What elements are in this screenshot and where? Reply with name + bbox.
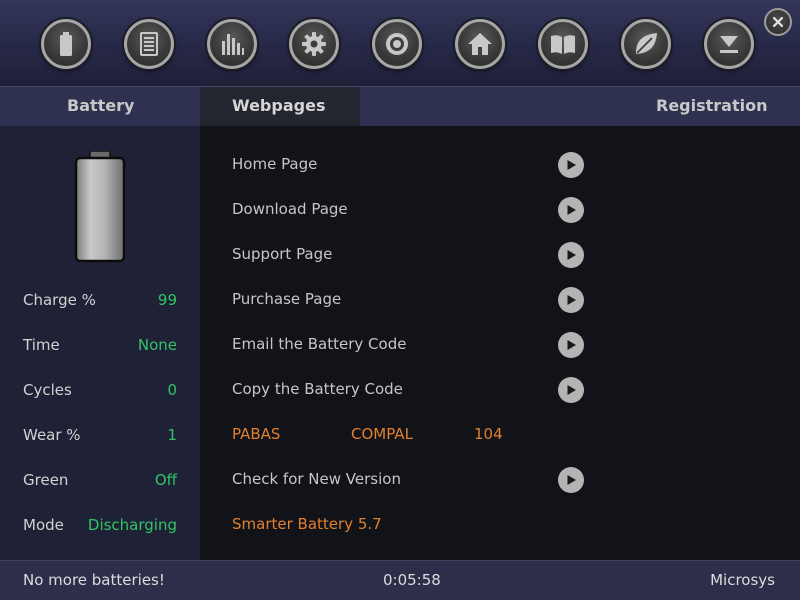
- status-brand: Microsys: [710, 571, 775, 589]
- link-check-new-version[interactable]: Check for New Version: [232, 465, 584, 495]
- link-copy-battery-code[interactable]: Copy the Battery Code: [232, 375, 584, 405]
- stat-charge-label: Charge %: [23, 291, 96, 309]
- link-email-battery-code[interactable]: Email the Battery Code: [232, 330, 584, 360]
- minimize-icon: [720, 36, 738, 53]
- status-bar: No more batteries! 0:05:58 Microsys: [0, 560, 800, 600]
- home-icon: [468, 33, 492, 55]
- go-copy-battery-code-button[interactable]: [558, 377, 584, 403]
- tab-bar: Battery Webpages Registration: [0, 86, 800, 126]
- battery-icon: [60, 32, 72, 56]
- link-email-battery-code-label[interactable]: Email the Battery Code: [232, 335, 406, 353]
- book-icon: [551, 35, 575, 54]
- go-email-battery-code-button[interactable]: [558, 332, 584, 358]
- leaf-button[interactable]: [621, 19, 671, 69]
- link-check-new-version-label[interactable]: Check for New Version: [232, 470, 401, 488]
- stat-mode-value: Discharging: [87, 516, 177, 534]
- book-button[interactable]: [538, 19, 588, 69]
- tab-registration[interactable]: Registration: [656, 87, 767, 126]
- stat-cycles: Cycles 0: [23, 381, 177, 403]
- link-download-page-label[interactable]: Download Page: [232, 200, 348, 218]
- go-check-new-version-button[interactable]: [558, 467, 584, 493]
- link-home-page[interactable]: Home Page: [232, 150, 584, 180]
- chart-button[interactable]: [207, 19, 257, 69]
- link-support-page[interactable]: Support Page: [232, 240, 584, 270]
- stat-green: Green Off: [23, 471, 177, 493]
- close-icon: [772, 16, 784, 28]
- link-purchase-page-label[interactable]: Purchase Page: [232, 290, 341, 308]
- close-button[interactable]: [764, 8, 792, 36]
- tab-battery[interactable]: Battery: [67, 87, 134, 126]
- minimize-button[interactable]: [704, 19, 754, 69]
- toolbar: [0, 0, 800, 86]
- stat-green-value: Off: [154, 471, 177, 489]
- battery-code-manufacturer: PABAS: [232, 425, 281, 443]
- link-support-page-label[interactable]: Support Page: [232, 245, 332, 263]
- bar-chart-icon: [222, 34, 244, 55]
- play-icon: [567, 250, 576, 260]
- play-icon: [567, 295, 576, 305]
- stat-cycles-label: Cycles: [23, 381, 72, 399]
- go-support-page-button[interactable]: [558, 242, 584, 268]
- home-button[interactable]: [455, 19, 505, 69]
- target-button[interactable]: [372, 19, 422, 69]
- stat-time-label: Time: [23, 336, 60, 354]
- link-copy-battery-code-label[interactable]: Copy the Battery Code: [232, 380, 403, 398]
- gear-icon: [302, 32, 326, 56]
- battery-level-icon: [74, 151, 126, 263]
- play-icon: [567, 340, 576, 350]
- play-icon: [567, 205, 576, 215]
- stat-time: Time None: [23, 336, 177, 358]
- play-icon: [567, 385, 576, 395]
- stat-green-label: Green: [23, 471, 69, 489]
- battery-button[interactable]: [41, 19, 91, 69]
- stat-wear-value: 1: [167, 426, 177, 444]
- go-home-page-button[interactable]: [558, 152, 584, 178]
- go-download-page-button[interactable]: [558, 197, 584, 223]
- stat-wear-label: Wear %: [23, 426, 81, 444]
- settings-button[interactable]: [289, 19, 339, 69]
- go-purchase-page-button[interactable]: [558, 287, 584, 313]
- stat-charge: Charge % 99: [23, 291, 177, 313]
- status-timer: 0:05:58: [383, 571, 441, 589]
- stat-wear: Wear % 1: [23, 426, 177, 448]
- battery-code-number: 104: [474, 425, 503, 443]
- app-version: Smarter Battery 5.7: [232, 515, 382, 533]
- stat-mode-label: Mode: [23, 516, 64, 534]
- link-purchase-page[interactable]: Purchase Page: [232, 285, 584, 315]
- list-button[interactable]: [124, 19, 174, 69]
- list-icon: [140, 32, 158, 56]
- link-download-page[interactable]: Download Page: [232, 195, 584, 225]
- play-icon: [567, 475, 576, 485]
- play-icon: [567, 160, 576, 170]
- stat-charge-value: 99: [157, 291, 177, 309]
- link-home-page-label[interactable]: Home Page: [232, 155, 317, 173]
- battery-stats-panel: Charge % 99 Time None Cycles 0 Wear % 1 …: [0, 126, 200, 560]
- battery-code-oem: COMPAL: [351, 425, 413, 443]
- tab-webpages[interactable]: Webpages: [200, 87, 360, 126]
- stat-time-value: None: [137, 336, 177, 354]
- target-icon: [386, 33, 408, 55]
- webpages-panel: Home Page Download Page Support Page Pur…: [200, 126, 800, 560]
- status-message: No more batteries!: [23, 571, 165, 589]
- leaf-icon: [635, 33, 657, 54]
- stat-mode: Mode Discharging: [23, 516, 177, 538]
- stat-cycles-value: 0: [167, 381, 177, 399]
